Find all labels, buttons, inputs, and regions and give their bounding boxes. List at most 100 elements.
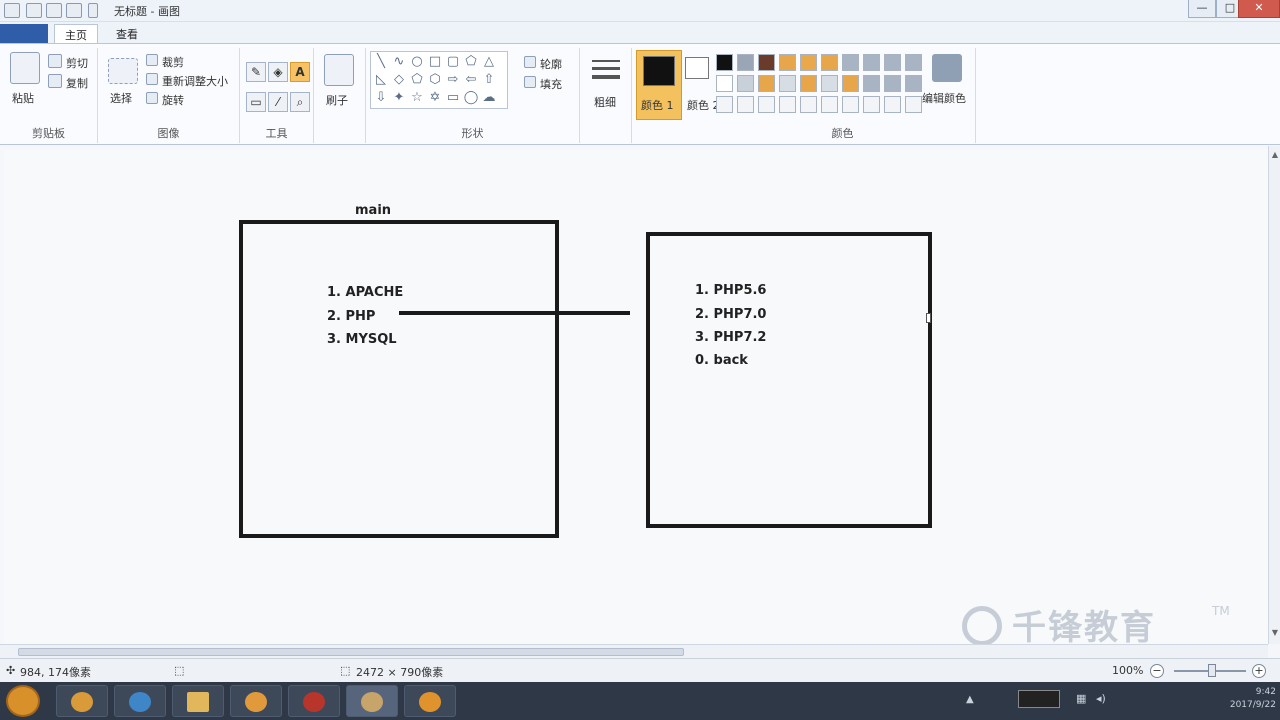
fill-bucket-icon[interactable]: ◈ xyxy=(268,62,288,82)
tray-clock[interactable]: 9:42 2017/9/22 xyxy=(1210,686,1276,712)
palette-color-swatch[interactable] xyxy=(821,54,838,71)
edit-colors-icon[interactable] xyxy=(932,54,962,82)
palette-color-swatch[interactable] xyxy=(779,54,796,71)
palette-color-swatch[interactable] xyxy=(800,75,817,92)
palette-color-swatch[interactable] xyxy=(905,75,922,92)
palette-color-swatch[interactable] xyxy=(758,75,775,92)
up-arrow-shape-icon[interactable]: ⇧ xyxy=(481,72,497,88)
brush-icon[interactable] xyxy=(324,54,354,86)
tray-volume-icon[interactable]: ◂) xyxy=(1096,692,1112,706)
color1-selector[interactable]: 颜色 1 xyxy=(636,50,682,120)
palette-color-swatch[interactable] xyxy=(884,54,901,71)
scroll-up-icon[interactable]: ▲ xyxy=(1270,150,1280,162)
palette-color-swatch[interactable] xyxy=(905,96,922,113)
outline-dropdown[interactable]: 轮廓 xyxy=(540,56,562,72)
palette-color-swatch[interactable] xyxy=(716,75,733,92)
tray-battery-icon[interactable] xyxy=(1018,690,1060,708)
select-icon[interactable] xyxy=(108,58,138,84)
horizontal-scrollbar[interactable] xyxy=(0,644,1268,658)
close-button[interactable]: ✕ xyxy=(1238,0,1280,18)
select-button[interactable]: 选择 xyxy=(110,90,132,106)
hexagon-shape-icon[interactable]: ⬡ xyxy=(427,72,443,88)
palette-color-swatch[interactable] xyxy=(716,54,733,71)
tray-network-icon[interactable]: ▦ xyxy=(1076,692,1092,706)
start-icon[interactable] xyxy=(6,685,40,717)
palette-color-swatch[interactable] xyxy=(842,75,859,92)
tab-view[interactable]: 查看 xyxy=(106,24,148,43)
palette-color-swatch[interactable] xyxy=(905,54,922,71)
rectangle-shape-icon[interactable]: □ xyxy=(427,54,443,70)
vertical-scrollbar[interactable]: ▲ ▼ xyxy=(1268,146,1280,644)
palette-color-swatch[interactable] xyxy=(842,96,859,113)
six-point-star-shape-icon[interactable]: ✡ xyxy=(427,90,443,106)
taskbar-app-2[interactable] xyxy=(114,685,166,717)
oval-shape-icon[interactable]: ○ xyxy=(409,54,425,70)
size-dropdown[interactable]: 粗细 xyxy=(594,94,616,110)
paint-app-icon[interactable] xyxy=(4,3,20,18)
eraser-icon[interactable]: ▭ xyxy=(246,92,266,112)
customize-toolbar-icon[interactable] xyxy=(88,3,98,18)
taskbar-app-4[interactable] xyxy=(230,685,282,717)
rotate-button[interactable]: 旋转 xyxy=(162,92,184,108)
canvas-resize-handle[interactable] xyxy=(926,313,931,323)
cut-button[interactable]: 剪切 xyxy=(66,55,88,71)
magnifier-icon[interactable]: ⌕ xyxy=(290,92,310,112)
triangle-shape-icon[interactable]: △ xyxy=(481,54,497,70)
horizontal-scroll-thumb[interactable] xyxy=(18,648,684,656)
cloud-callout-shape-icon[interactable]: ☁ xyxy=(481,90,497,106)
five-point-star-shape-icon[interactable]: ☆ xyxy=(409,90,425,106)
taskbar-app-5[interactable] xyxy=(288,685,340,717)
palette-color-swatch[interactable] xyxy=(863,96,880,113)
taskbar-app-paint[interactable] xyxy=(346,685,398,717)
edit-colors-button[interactable]: 编辑颜色 xyxy=(922,90,966,106)
paste-button[interactable]: 粘贴 xyxy=(12,90,34,106)
palette-color-swatch[interactable] xyxy=(884,96,901,113)
tab-home[interactable]: 主页 xyxy=(54,24,98,43)
four-point-star-shape-icon[interactable]: ✦ xyxy=(391,90,407,106)
palette-color-swatch[interactable] xyxy=(884,75,901,92)
palette-color-swatch[interactable] xyxy=(800,54,817,71)
taskbar-app-1[interactable] xyxy=(56,685,108,717)
drawing-canvas[interactable]: main 1. APACHE 2. PHP 3. MYSQL 1. PHP5.6… xyxy=(4,150,1268,644)
diamond-shape-icon[interactable]: ◇ xyxy=(391,72,407,88)
left-arrow-shape-icon[interactable]: ⇦ xyxy=(463,72,479,88)
palette-color-swatch[interactable] xyxy=(800,96,817,113)
palette-color-swatch[interactable] xyxy=(737,54,754,71)
scroll-down-icon[interactable]: ▼ xyxy=(1270,628,1280,640)
palette-color-swatch[interactable] xyxy=(779,96,796,113)
text-tool-icon[interactable]: A xyxy=(290,62,310,82)
minimize-button[interactable]: — xyxy=(1188,0,1216,18)
resize-button[interactable]: 重新调整大小 xyxy=(162,73,228,89)
undo-icon[interactable] xyxy=(46,3,62,18)
palette-color-swatch[interactable] xyxy=(863,54,880,71)
palette-color-swatch[interactable] xyxy=(821,96,838,113)
rounded-rectangle-shape-icon[interactable]: ▢ xyxy=(445,54,461,70)
palette-color-swatch[interactable] xyxy=(737,96,754,113)
palette-color-swatch[interactable] xyxy=(758,54,775,71)
crop-button[interactable]: 裁剪 xyxy=(162,54,184,70)
pencil-icon[interactable]: ✎ xyxy=(246,62,266,82)
palette-color-swatch[interactable] xyxy=(758,96,775,113)
palette-color-swatch[interactable] xyxy=(821,75,838,92)
palette-color-swatch[interactable] xyxy=(716,96,733,113)
color-picker-icon[interactable]: ⁄ xyxy=(268,92,288,112)
brushes-button[interactable]: 刷子 xyxy=(326,92,348,108)
tray-arrow-icon[interactable]: ▲ xyxy=(966,694,980,706)
copy-button[interactable]: 复制 xyxy=(66,75,88,91)
save-icon[interactable] xyxy=(26,3,42,18)
line-shape-icon[interactable]: ╲ xyxy=(373,54,389,70)
fill-dropdown[interactable]: 填充 xyxy=(540,76,562,92)
redo-icon[interactable] xyxy=(66,3,82,18)
oval-callout-shape-icon[interactable]: ◯ xyxy=(463,90,479,106)
palette-color-swatch[interactable] xyxy=(737,75,754,92)
callout-shape-icon[interactable]: ▭ xyxy=(445,90,461,106)
down-arrow-shape-icon[interactable]: ⇩ xyxy=(373,90,389,106)
palette-color-swatch[interactable] xyxy=(863,75,880,92)
taskbar-app-7[interactable] xyxy=(404,685,456,717)
palette-color-swatch[interactable] xyxy=(779,75,796,92)
zoom-out-icon[interactable]: − xyxy=(1150,664,1164,678)
palette-color-swatch[interactable] xyxy=(842,54,859,71)
right-arrow-shape-icon[interactable]: ⇨ xyxy=(445,72,461,88)
taskbar-app-3[interactable] xyxy=(172,685,224,717)
polygon-shape-icon[interactable]: ⬠ xyxy=(463,54,479,70)
